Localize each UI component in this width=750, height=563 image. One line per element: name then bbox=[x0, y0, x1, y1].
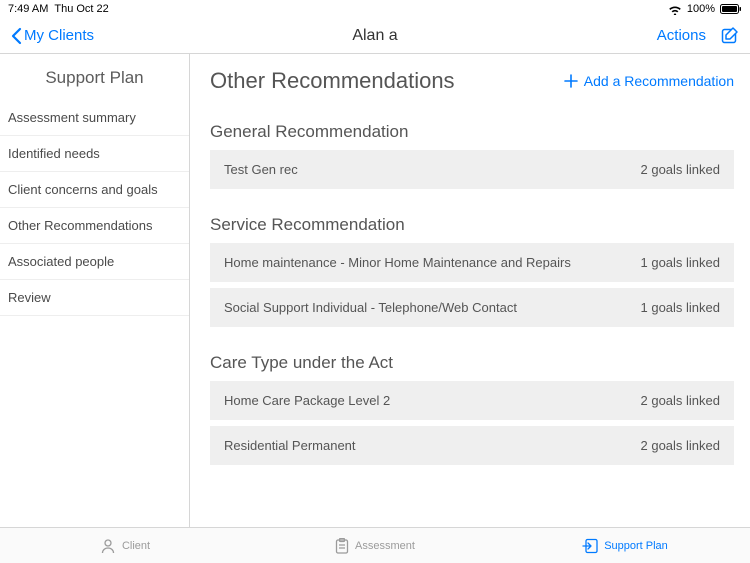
tab-client[interactable]: Client bbox=[0, 528, 250, 563]
content-title: Other Recommendations bbox=[210, 68, 455, 94]
recommendation-text: Home Care Package Level 2 bbox=[224, 393, 641, 408]
content-header: Other Recommendations Add a Recommendati… bbox=[210, 54, 734, 104]
status-right: 100% bbox=[668, 3, 742, 15]
main: Support Plan Assessment summary Identifi… bbox=[0, 54, 750, 527]
tab-support-plan-label: Support Plan bbox=[604, 540, 668, 552]
nav-bar: My Clients Alan a Actions bbox=[0, 18, 750, 54]
clipboard-icon bbox=[335, 538, 349, 554]
status-left: 7:49 AM Thu Oct 22 bbox=[8, 3, 109, 15]
section-title: Service Recommendation bbox=[210, 215, 734, 235]
battery-percent: 100% bbox=[687, 3, 715, 15]
actions-button[interactable]: Actions bbox=[657, 27, 706, 44]
tab-assessment[interactable]: Assessment bbox=[250, 528, 500, 563]
back-label: My Clients bbox=[24, 27, 94, 44]
tab-support-plan[interactable]: Support Plan bbox=[500, 528, 750, 563]
tab-assessment-label: Assessment bbox=[355, 540, 415, 552]
chevron-left-icon bbox=[10, 27, 22, 45]
app-root: 7:49 AM Thu Oct 22 100% My Clients Alan … bbox=[0, 0, 750, 563]
recommendation-text: Test Gen rec bbox=[224, 162, 641, 177]
plus-icon bbox=[564, 74, 578, 88]
recommendation-goals: 2 goals linked bbox=[641, 393, 721, 408]
section-general: General Recommendation Test Gen rec 2 go… bbox=[210, 122, 734, 189]
sidebar-title: Support Plan bbox=[0, 54, 189, 100]
person-icon bbox=[100, 538, 116, 554]
sidebar-item-client-concerns[interactable]: Client concerns and goals bbox=[0, 172, 189, 208]
recommendation-goals: 2 goals linked bbox=[641, 162, 721, 177]
add-recommendation-button[interactable]: Add a Recommendation bbox=[564, 73, 734, 89]
back-button[interactable]: My Clients bbox=[10, 27, 94, 45]
status-bar: 7:49 AM Thu Oct 22 100% bbox=[0, 0, 750, 18]
recommendation-text: Home maintenance - Minor Home Maintenanc… bbox=[224, 255, 641, 270]
recommendation-row[interactable]: Residential Permanent 2 goals linked bbox=[210, 426, 734, 465]
sections: General Recommendation Test Gen rec 2 go… bbox=[210, 104, 734, 527]
recommendation-goals: 1 goals linked bbox=[641, 300, 721, 315]
sidebar-item-associated-people[interactable]: Associated people bbox=[0, 244, 189, 280]
compose-icon bbox=[720, 26, 740, 46]
recommendation-text: Social Support Individual - Telephone/We… bbox=[224, 300, 641, 315]
add-recommendation-label: Add a Recommendation bbox=[584, 73, 734, 89]
wifi-icon bbox=[668, 4, 682, 15]
section-service: Service Recommendation Home maintenance … bbox=[210, 215, 734, 327]
section-title: General Recommendation bbox=[210, 122, 734, 142]
recommendation-row[interactable]: Home maintenance - Minor Home Maintenanc… bbox=[210, 243, 734, 282]
tab-client-label: Client bbox=[122, 540, 150, 552]
nav-right: Actions bbox=[657, 26, 740, 46]
section-care-type: Care Type under the Act Home Care Packag… bbox=[210, 353, 734, 465]
recommendation-row[interactable]: Test Gen rec 2 goals linked bbox=[210, 150, 734, 189]
sidebar-item-identified-needs[interactable]: Identified needs bbox=[0, 136, 189, 172]
tab-bar: Client Assessment Support Plan bbox=[0, 527, 750, 563]
recommendation-row[interactable]: Social Support Individual - Telephone/We… bbox=[210, 288, 734, 327]
compose-button[interactable] bbox=[720, 26, 740, 46]
sidebar: Support Plan Assessment summary Identifi… bbox=[0, 54, 190, 527]
page-title: Alan a bbox=[352, 27, 397, 45]
arrow-in-box-icon bbox=[582, 538, 598, 554]
section-title: Care Type under the Act bbox=[210, 353, 734, 373]
battery-icon bbox=[720, 4, 742, 14]
status-time: 7:49 AM bbox=[8, 3, 48, 15]
sidebar-item-review[interactable]: Review bbox=[0, 280, 189, 316]
recommendation-row[interactable]: Home Care Package Level 2 2 goals linked bbox=[210, 381, 734, 420]
recommendation-goals: 2 goals linked bbox=[641, 438, 721, 453]
sidebar-item-assessment-summary[interactable]: Assessment summary bbox=[0, 100, 189, 136]
content: Other Recommendations Add a Recommendati… bbox=[190, 54, 750, 527]
sidebar-item-other-recommendations[interactable]: Other Recommendations bbox=[0, 208, 189, 244]
recommendation-text: Residential Permanent bbox=[224, 438, 641, 453]
recommendation-goals: 1 goals linked bbox=[641, 255, 721, 270]
status-date: Thu Oct 22 bbox=[54, 3, 108, 15]
